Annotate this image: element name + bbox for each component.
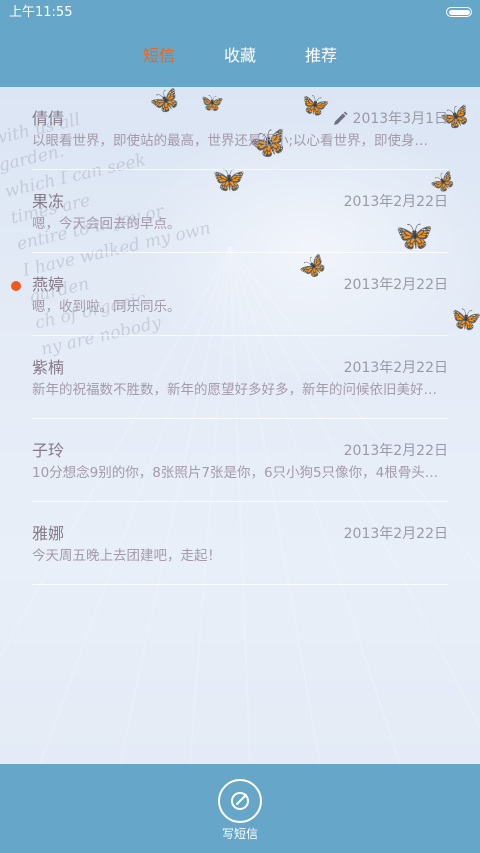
divider [32, 584, 448, 585]
contact-name: 燕婷 [32, 275, 65, 294]
message-preview: 嗯，今天会回去的早点。 [32, 216, 181, 232]
conversation-item[interactable]: 雅娜 2013年2月22日 今天周五晚上去团建吧，走起！ [0, 502, 480, 585]
bottom-bar: 写短信 [0, 764, 480, 853]
conversation-item[interactable]: 倩倩 2013年3月1日 以眼看世界，即使站的最高，世界还是很小;以心看世界，即… [0, 87, 480, 170]
message-date: 2013年2月22日 [343, 194, 448, 210]
message-date: 2013年2月22日 [343, 277, 448, 293]
message-date: 2013年2月22日 [343, 360, 448, 376]
tab-favorites[interactable]: 收藏 [224, 46, 256, 66]
conversation-item[interactable]: 果冻 2013年2月22日 嗯，今天会回去的早点。 [0, 170, 480, 253]
status-time: 上午11:55 [9, 5, 73, 20]
status-bar: 上午11:55 [0, 0, 480, 27]
message-preview: 嗯，收到啦。同乐同乐。 [32, 299, 181, 315]
contact-name: 紫楠 [32, 358, 65, 377]
compose-label: 写短信 [221, 827, 258, 841]
draft-pencil-icon [334, 111, 348, 125]
message-preview: 10分想念9别的你，8张照片7张是你，6只小狗5只像你，4根骨头… [32, 465, 439, 481]
contact-name: 果冻 [32, 192, 65, 211]
message-list[interactable]: with us all garden. which I can seek tim… [0, 87, 480, 764]
message-date: 2013年2月22日 [343, 443, 448, 459]
message-date: 2013年3月1日 [352, 111, 448, 127]
contact-name: 子玲 [32, 441, 65, 460]
tab-bar: 短信 收藏 推荐 [0, 27, 480, 87]
contact-name: 雅娜 [32, 524, 65, 543]
message-preview: 新年的祝福数不胜数，新年的愿望好多好多，新年的问候依旧美好… [32, 382, 437, 398]
conversation-item[interactable]: 紫楠 2013年2月22日 新年的祝福数不胜数，新年的愿望好多好多，新年的问候依… [0, 336, 480, 419]
compose-pen-icon [231, 792, 249, 810]
tab-recommended[interactable]: 推荐 [305, 46, 337, 66]
unread-dot [11, 281, 21, 291]
tab-messages[interactable]: 短信 [143, 46, 175, 66]
conversation-item[interactable]: 子玲 2013年2月22日 10分想念9别的你，8张照片7张是你，6只小狗5只像… [0, 419, 480, 502]
message-preview: 以眼看世界，即使站的最高，世界还是很小;以心看世界，即使身… [32, 133, 429, 149]
compose-button[interactable] [218, 779, 262, 823]
contact-name: 倩倩 [32, 109, 65, 128]
battery-level [448, 9, 470, 15]
message-preview: 今天周五晚上去团建吧，走起！ [32, 548, 221, 564]
conversation-item[interactable]: 燕婷 2013年2月22日 嗯，收到啦。同乐同乐。 [0, 253, 480, 336]
battery-icon [446, 7, 472, 17]
message-date: 2013年2月22日 [343, 526, 448, 542]
